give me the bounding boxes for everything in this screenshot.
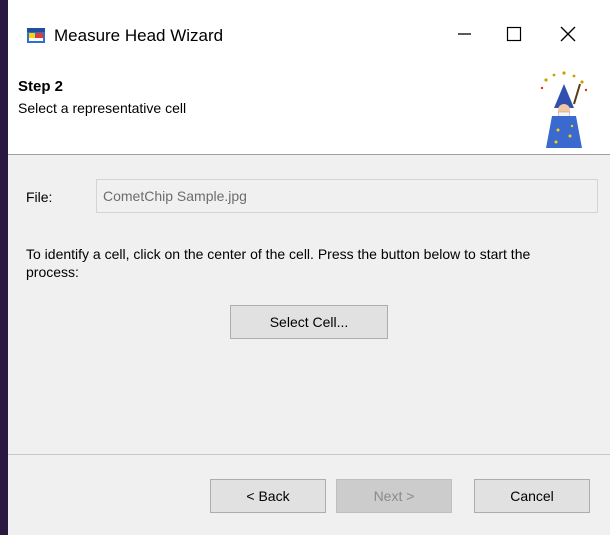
title-bar[interactable]: Measure Head Wizard: [8, 0, 610, 62]
app-icon: [26, 26, 46, 46]
wizard-header: Step 2 Select a representative cell: [8, 62, 610, 155]
cancel-button[interactable]: Cancel: [474, 479, 590, 513]
close-icon: [559, 25, 577, 48]
minimize-icon: [455, 25, 473, 48]
window-title: Measure Head Wizard: [54, 26, 224, 45]
instructions-text: To identify a cell, click on the center …: [26, 246, 531, 280]
wizard-window: Measure Head Wizard Step 2 Select a repr…: [8, 0, 610, 535]
close-button[interactable]: [548, 18, 588, 54]
file-field: CometChip Sample.jpg: [96, 179, 598, 213]
maximize-icon: [505, 25, 523, 48]
select-cell-button[interactable]: Select Cell...: [230, 305, 388, 339]
wizard-icon: [536, 70, 592, 150]
back-button[interactable]: < Back: [210, 479, 326, 513]
file-label: File:: [26, 189, 53, 205]
wizard-footer: < Back Next > Cancel: [8, 455, 610, 535]
minimize-button[interactable]: [444, 18, 484, 54]
step-subtitle: Select a representative cell: [18, 100, 187, 116]
maximize-button[interactable]: [494, 18, 534, 54]
wizard-body: File: CometChip Sample.jpg To identify a…: [8, 155, 610, 455]
next-button[interactable]: Next >: [336, 479, 452, 513]
step-title: Step 2: [18, 78, 64, 95]
